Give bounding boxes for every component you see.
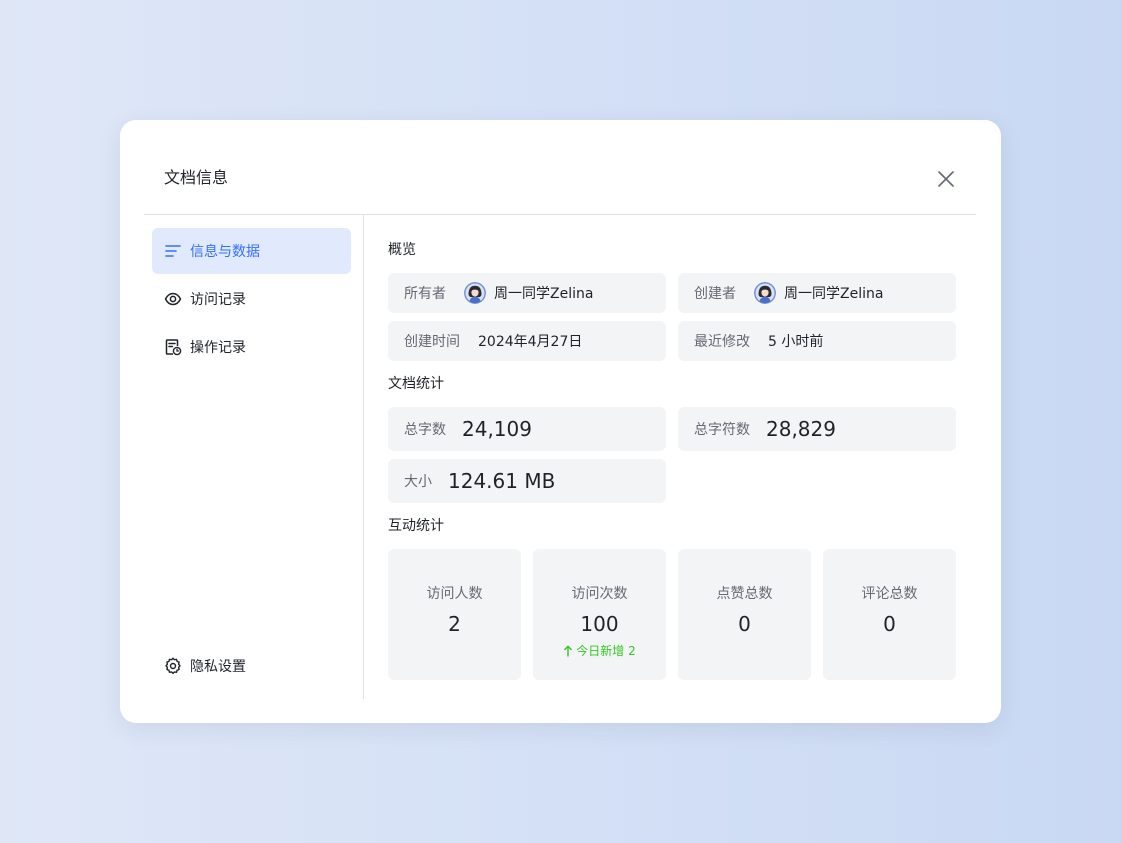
- privacy-settings-button[interactable]: 隐私设置: [152, 643, 351, 689]
- creator-field: 创建者 周一同学Zelina: [678, 273, 956, 313]
- total-words-value: 24,109: [462, 417, 532, 441]
- header-divider: [144, 214, 976, 215]
- overview-section-title: 概览: [388, 242, 416, 258]
- sidebar-item-label: 信息与数据: [190, 244, 260, 260]
- total-chars-value: 28,829: [766, 417, 836, 441]
- document-info-dialog: 文档信息 信息与数据 访问记录 操作记录 隐私设置 概览 所有者 周一同学Zel…: [120, 120, 1001, 723]
- size-label: 大小: [404, 474, 432, 490]
- likes-stat: 点赞总数 0: [678, 549, 811, 680]
- sidebar-divider: [363, 215, 364, 699]
- owner-label: 所有者: [404, 286, 446, 302]
- doc-stats-section-title: 文档统计: [388, 376, 444, 392]
- arrow-up-icon: [564, 645, 573, 657]
- owner-field: 所有者 周一同学Zelina: [388, 273, 666, 313]
- visits-stat: 访问次数 100 今日新增 2: [533, 549, 666, 680]
- visits-value: 100: [580, 612, 619, 636]
- last-modified-field: 最近修改 5 小时前: [678, 321, 956, 361]
- visitors-stat: 访问人数 2: [388, 549, 521, 680]
- creator-name[interactable]: 周一同学Zelina: [784, 283, 883, 303]
- visits-label: 访问次数: [571, 586, 628, 602]
- size-stat: 大小 124.61 MB: [388, 459, 666, 503]
- eye-icon: [164, 290, 182, 308]
- sidebar: 信息与数据 访问记录 操作记录 隐私设置: [152, 228, 351, 698]
- visits-delta: 今日新增 2: [533, 642, 666, 659]
- likes-label: 点赞总数: [716, 586, 773, 602]
- likes-value: 0: [738, 612, 751, 636]
- avatar[interactable]: [464, 282, 486, 304]
- sidebar-item-visit-records[interactable]: 访问记录: [152, 276, 351, 322]
- gear-icon: [164, 657, 182, 675]
- created-time-field: 创建时间 2024年4月27日: [388, 321, 666, 361]
- avatar[interactable]: [754, 282, 776, 304]
- created-time-label: 创建时间: [404, 334, 460, 350]
- document-history-icon: [164, 338, 182, 356]
- total-chars-stat: 总字符数 28,829: [678, 407, 956, 451]
- sidebar-item-operation-records[interactable]: 操作记录: [152, 324, 351, 370]
- created-time-value: 2024年4月27日: [478, 334, 583, 350]
- comments-value: 0: [883, 612, 896, 636]
- visitors-label: 访问人数: [426, 586, 483, 602]
- list-icon: [164, 242, 182, 260]
- owner-name[interactable]: 周一同学Zelina: [494, 283, 593, 303]
- visitors-value: 2: [448, 612, 461, 636]
- last-modified-value: 5 小时前: [768, 334, 824, 350]
- sidebar-item-label: 隐私设置: [190, 659, 246, 675]
- sidebar-item-label: 访问记录: [190, 292, 246, 308]
- close-button[interactable]: [931, 164, 961, 194]
- total-words-stat: 总字数 24,109: [388, 407, 666, 451]
- comments-stat: 评论总数 0: [823, 549, 956, 680]
- total-words-label: 总字数: [404, 422, 446, 438]
- last-modified-label: 最近修改: [694, 334, 750, 350]
- visits-delta-text: 今日新增 2: [576, 644, 636, 658]
- close-icon: [938, 171, 954, 187]
- dialog-title: 文档信息: [164, 168, 229, 187]
- interaction-stats-section-title: 互动统计: [388, 518, 444, 534]
- creator-label: 创建者: [694, 286, 736, 302]
- total-chars-label: 总字符数: [694, 422, 750, 438]
- sidebar-item-label: 操作记录: [190, 340, 246, 356]
- sidebar-item-info-and-data[interactable]: 信息与数据: [152, 228, 351, 274]
- comments-label: 评论总数: [861, 586, 918, 602]
- size-value: 124.61 MB: [448, 469, 556, 493]
